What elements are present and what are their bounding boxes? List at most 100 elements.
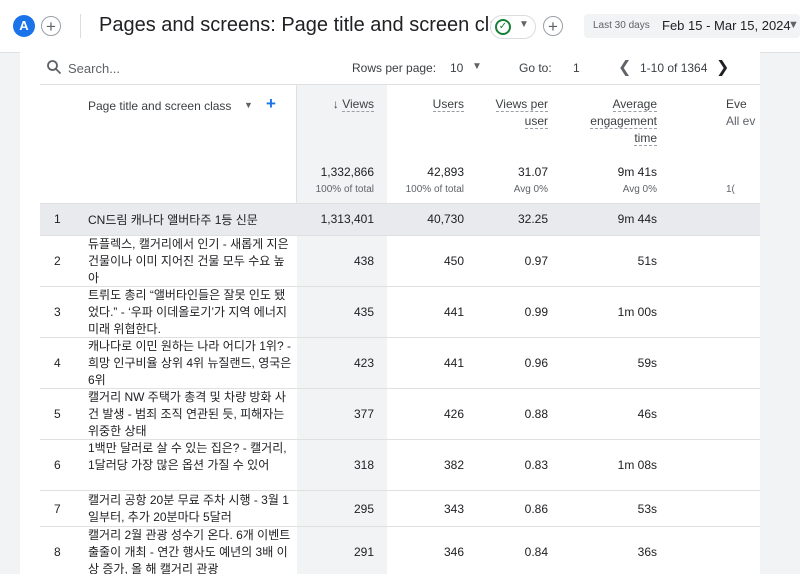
views-per-user-cell: 32.25 [517, 212, 548, 226]
row-number: 3 [54, 305, 61, 319]
date-range-value: Feb 15 - Mar 15, 2024 [662, 18, 791, 33]
views-per-user-cell: 0.86 [524, 502, 548, 516]
users-cell: 346 [443, 545, 464, 559]
row-number: 2 [54, 254, 61, 268]
views-cell: 291 [353, 545, 374, 559]
go-to-label: Go to: [519, 61, 552, 75]
rows-per-page-select[interactable]: 10 [450, 61, 463, 75]
engagement-time-cell: 1m 00s [617, 305, 657, 319]
chevron-right-icon[interactable]: ❯ [716, 57, 729, 77]
column-header-views[interactable]: ↓ Views [297, 96, 374, 113]
views-cell: 318 [353, 458, 374, 472]
page-title-cell: 캘거리 NW 주택가 총격 및 차량 방화 사건 발생 - 범죄 조직 연관된 … [88, 390, 286, 438]
rows-per-page-label: Rows per page: [352, 61, 437, 75]
row-number: 1 [54, 212, 61, 226]
users-cell: 426 [443, 407, 464, 421]
row-number: 4 [54, 356, 61, 370]
header-divider [80, 14, 81, 38]
views-per-user-total: 31.07 [517, 165, 548, 179]
page-title-cell: 1백만 달러로 살 수 있는 집은? - 캘거리, 1달러당 가장 많은 옵션 … [88, 441, 287, 472]
add-comparison-plus-icon[interactable]: + [41, 16, 61, 36]
page-title-cell: 트뤼도 총리 “앨버타인들은 잘못 인도 됐었다.” - ‘우파 이데올로기’가… [88, 288, 287, 336]
users-cell: 450 [443, 254, 464, 268]
dimension-header[interactable]: Page title and screen class [88, 99, 231, 113]
views-cell: 1,313,401 [320, 212, 374, 226]
column-header-average-engagement-time[interactable]: Average engagement time [567, 96, 657, 147]
check-circle-icon: ✓ [495, 19, 511, 35]
engagement-total: 9m 41s [617, 165, 657, 179]
table-header: Page title and screen class ▼ + ↓ Views … [40, 84, 760, 205]
caret-down-icon: ▼ [788, 19, 799, 31]
chevron-left-icon[interactable]: ❮ [618, 57, 631, 77]
search-input[interactable] [68, 59, 188, 77]
views-total: 1,332,866 [320, 165, 374, 179]
page-title: Pages and screens: Page title and screen… [99, 14, 521, 36]
views-per-user-cell: 0.83 [524, 458, 548, 472]
pagination-range: 1-10 of 1364 [640, 61, 708, 75]
date-range-picker[interactable]: Last 30 days Feb 15 - Mar 15, 2024 ▼ [584, 14, 800, 38]
views-cell: 438 [353, 254, 374, 268]
table-row[interactable]: 6 1백만 달러로 살 수 있는 집은? - 캘거리, 1달러당 가장 많은 옵… [40, 440, 760, 491]
account-avatar[interactable]: A [13, 15, 35, 37]
event-count-total-sub: 1( [726, 184, 735, 195]
views-per-user-cell: 0.97 [524, 254, 548, 268]
engagement-time-cell: 9m 44s [617, 212, 657, 226]
go-to-page-input[interactable]: 1 [573, 61, 580, 75]
table-row[interactable]: 7 캘거리 공항 20분 무료 주차 시행 - 3월 1일부터, 추가 20분마… [40, 491, 760, 527]
users-cell: 40,730 [427, 212, 464, 226]
users-total-sub: 100% of total [405, 184, 464, 195]
users-cell: 441 [443, 356, 464, 370]
users-total: 42,893 [427, 165, 464, 179]
views-per-user-cell: 0.88 [524, 407, 548, 421]
views-total-sub: 100% of total [315, 184, 374, 195]
engagement-time-cell: 53s [637, 502, 657, 516]
add-dimension-plus-icon[interactable]: + [266, 94, 276, 114]
page-title-cell: 캘거리 공항 20분 무료 주차 시행 - 3월 1일부터, 추가 20분마다 … [88, 493, 289, 524]
table-row[interactable]: 8 캘거리 2월 관광 성수기 온다. 6개 이벤트 출줄이 개최 - 연간 행… [40, 527, 760, 574]
views-cell: 435 [353, 305, 374, 319]
report-table-card: Rows per page: 10 ▼ Go to: 1 ❮ 1-10 of 1… [20, 52, 760, 574]
engagement-time-cell: 1m 08s [617, 458, 657, 472]
views-cell: 423 [353, 356, 374, 370]
report-status-dropdown[interactable]: ✓ ▼ [490, 15, 536, 39]
caret-down-icon[interactable]: ▼ [244, 100, 253, 110]
caret-down-icon[interactable]: ▼ [472, 61, 482, 72]
users-cell: 441 [443, 305, 464, 319]
sort-down-arrow-icon: ↓ [332, 97, 343, 111]
date-preset-label: Last 30 days [593, 20, 650, 31]
row-number: 8 [54, 545, 61, 559]
table-row[interactable]: 3 트뤼도 총리 “앨버타인들은 잘못 인도 됐었다.” - ‘우파 이데올로기… [40, 287, 760, 338]
views-cell: 295 [353, 502, 374, 516]
table-row[interactable]: 4 캐나다로 이민 원하는 나라 어디가 1위? - 희망 인구비율 상위 4위… [40, 338, 760, 389]
engagement-total-sub: Avg 0% [622, 184, 657, 195]
caret-down-icon: ▼ [519, 19, 529, 30]
page-title-cell: 캐나다로 이민 원하는 나라 어디가 1위? - 희망 인구비율 상위 4위 뉴… [88, 339, 292, 387]
top-header: A + Pages and screens: Page title and sc… [0, 0, 800, 53]
engagement-time-cell: 59s [637, 356, 657, 370]
page-title-cell: 캘거리 2월 관광 성수기 온다. 6개 이벤트 출줄이 개최 - 연간 행사도… [88, 528, 291, 574]
engagement-time-cell: 51s [637, 254, 657, 268]
row-number: 5 [54, 407, 61, 421]
views-per-user-cell: 0.96 [524, 356, 548, 370]
views-per-user-cell: 0.84 [524, 545, 548, 559]
column-header-views-per-user[interactable]: Views per user [477, 96, 548, 130]
views-cell: 377 [353, 407, 374, 421]
views-per-user-total-sub: Avg 0% [513, 184, 548, 195]
users-cell: 343 [443, 502, 464, 516]
add-card-plus-icon[interactable]: + [543, 16, 563, 36]
users-cell: 382 [443, 458, 464, 472]
column-header-users[interactable]: Users [387, 96, 464, 113]
page-title-cell: CN드림 캐나다 앨버타주 1등 신문 [88, 213, 258, 227]
row-number: 6 [54, 458, 61, 472]
column-header-event-count[interactable]: Eve All ev [726, 96, 760, 130]
table-toolbar: Rows per page: 10 ▼ Go to: 1 ❮ 1-10 of 1… [20, 52, 760, 84]
table-row[interactable]: 1 CN드림 캐나다 앨버타주 1등 신문 1,313,401 40,730 3… [40, 204, 760, 236]
page-title-cell: 듀플렉스, 캘거리에서 인기 - 새롭게 지은 건물이나 이미 지어진 건물 모… [88, 237, 289, 285]
table-row[interactable]: 2 듀플렉스, 캘거리에서 인기 - 새롭게 지은 건물이나 이미 지어진 건물… [40, 236, 760, 287]
views-per-user-cell: 0.99 [524, 305, 548, 319]
row-number: 7 [54, 502, 61, 516]
table-row[interactable]: 5 캘거리 NW 주택가 총격 및 차량 방화 사건 발생 - 범죄 조직 연관… [40, 389, 760, 440]
engagement-time-cell: 36s [637, 545, 657, 559]
search-icon[interactable] [46, 59, 62, 75]
engagement-time-cell: 46s [637, 407, 657, 421]
